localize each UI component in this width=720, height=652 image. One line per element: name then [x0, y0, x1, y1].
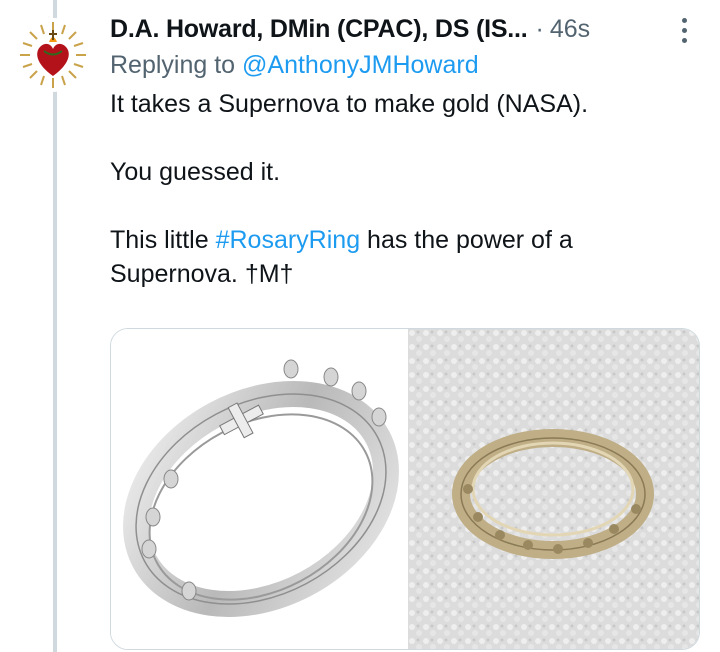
- tweet-header: D.A. Howard, DMin (CPAC), DS (IS... · 46…: [110, 10, 710, 48]
- avatar[interactable]: [16, 18, 90, 92]
- more-vertical-icon[interactable]: [678, 18, 690, 48]
- sacred-heart-icon: [17, 19, 89, 91]
- reply-prefix: Replying to: [110, 51, 243, 79]
- tweet-paragraph: You guessed it.: [110, 158, 281, 186]
- tweet-paragraph: This little #RosaryRing has the power of…: [110, 223, 670, 291]
- separator-dot: ·: [535, 14, 544, 43]
- timestamp[interactable]: 46s: [550, 15, 590, 44]
- thread-line-top: [53, 0, 57, 20]
- reply-context: Replying to @AnthonyJMHoward: [110, 48, 710, 82]
- reply-handle-link[interactable]: @AnthonyJMHoward: [242, 51, 479, 79]
- tweet-paragraph: It takes a Supernova to make gold (NASA)…: [110, 90, 589, 118]
- tweet-text: It takes a Supernova to make gold (NASA)…: [110, 87, 670, 291]
- media-grid: [110, 328, 700, 650]
- tweet[interactable]: D.A. Howard, DMin (CPAC), DS (IS... · 46…: [110, 10, 710, 650]
- silver-rosary-ring-photo[interactable]: [111, 329, 405, 649]
- thread-line-bottom: [53, 82, 57, 652]
- gold-rosary-ring-on-towel-photo[interactable]: [408, 329, 699, 649]
- hashtag-link[interactable]: #RosaryRing: [216, 226, 361, 254]
- paragraph-text: This little: [110, 226, 216, 254]
- display-name[interactable]: D.A. Howard, DMin (CPAC), DS (IS...: [110, 15, 528, 44]
